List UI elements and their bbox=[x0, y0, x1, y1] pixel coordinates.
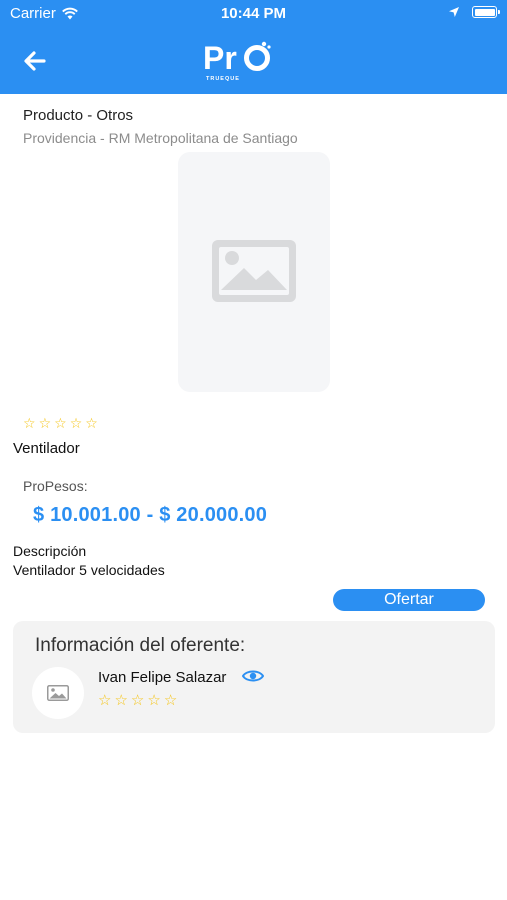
product-category-title: Producto - Otros bbox=[23, 107, 134, 124]
status-icons bbox=[448, 6, 500, 18]
price-range: $ 10.001.00 - $ 20.000.00 bbox=[33, 504, 268, 526]
price-label: ProPesos: bbox=[23, 478, 88, 494]
star-icon: ☆ bbox=[54, 415, 67, 431]
top-navigation-bar: Pr TRUEQUE bbox=[0, 28, 507, 94]
seller-rating: ☆ ☆ ☆ ☆ ☆ bbox=[98, 691, 177, 709]
svg-text:TRUEQUE: TRUEQUE bbox=[206, 76, 240, 82]
description-label: Descripción bbox=[13, 543, 87, 559]
star-icon: ☆ bbox=[85, 415, 98, 431]
product-location: Providencia - RM Metropolitana de Santia… bbox=[23, 130, 298, 146]
star-icon: ☆ bbox=[163, 692, 178, 709]
product-rating: ☆ ☆ ☆ ☆ ☆ bbox=[23, 415, 98, 432]
seller-name[interactable]: Ivan Felipe Salazar bbox=[98, 669, 226, 686]
description-text: Ventilador 5 velocidades bbox=[13, 562, 165, 578]
status-time: 10:44 PM bbox=[220, 5, 287, 22]
star-icon: ☆ bbox=[147, 692, 161, 709]
product-image[interactable] bbox=[178, 152, 330, 392]
eye-icon[interactable] bbox=[242, 668, 264, 684]
seller-info-card: Información del oferente: Ivan Felipe Sa… bbox=[13, 621, 495, 733]
star-icon: ☆ bbox=[23, 415, 36, 431]
star-icon: ☆ bbox=[69, 415, 83, 431]
image-placeholder-icon bbox=[47, 685, 69, 701]
offer-button[interactable]: Ofertar bbox=[333, 589, 485, 611]
status-bar: Carrier 10:44 PM bbox=[0, 0, 507, 28]
battery-icon bbox=[472, 6, 500, 18]
image-placeholder-icon bbox=[212, 240, 296, 302]
star-icon: ☆ bbox=[130, 692, 145, 709]
star-icon: ☆ bbox=[98, 692, 112, 709]
seller-avatar[interactable] bbox=[32, 667, 84, 719]
pro-trueque-logo: Pr TRUEQUE bbox=[203, 40, 271, 82]
star-icon: ☆ bbox=[38, 415, 52, 431]
star-icon: ☆ bbox=[114, 692, 128, 709]
svg-text:Pr: Pr bbox=[203, 40, 237, 76]
location-arrow-icon bbox=[449, 7, 459, 17]
back-arrow-icon[interactable] bbox=[20, 46, 50, 76]
product-name: Ventilador bbox=[13, 440, 80, 457]
seller-heading: Información del oferente: bbox=[35, 635, 246, 656]
